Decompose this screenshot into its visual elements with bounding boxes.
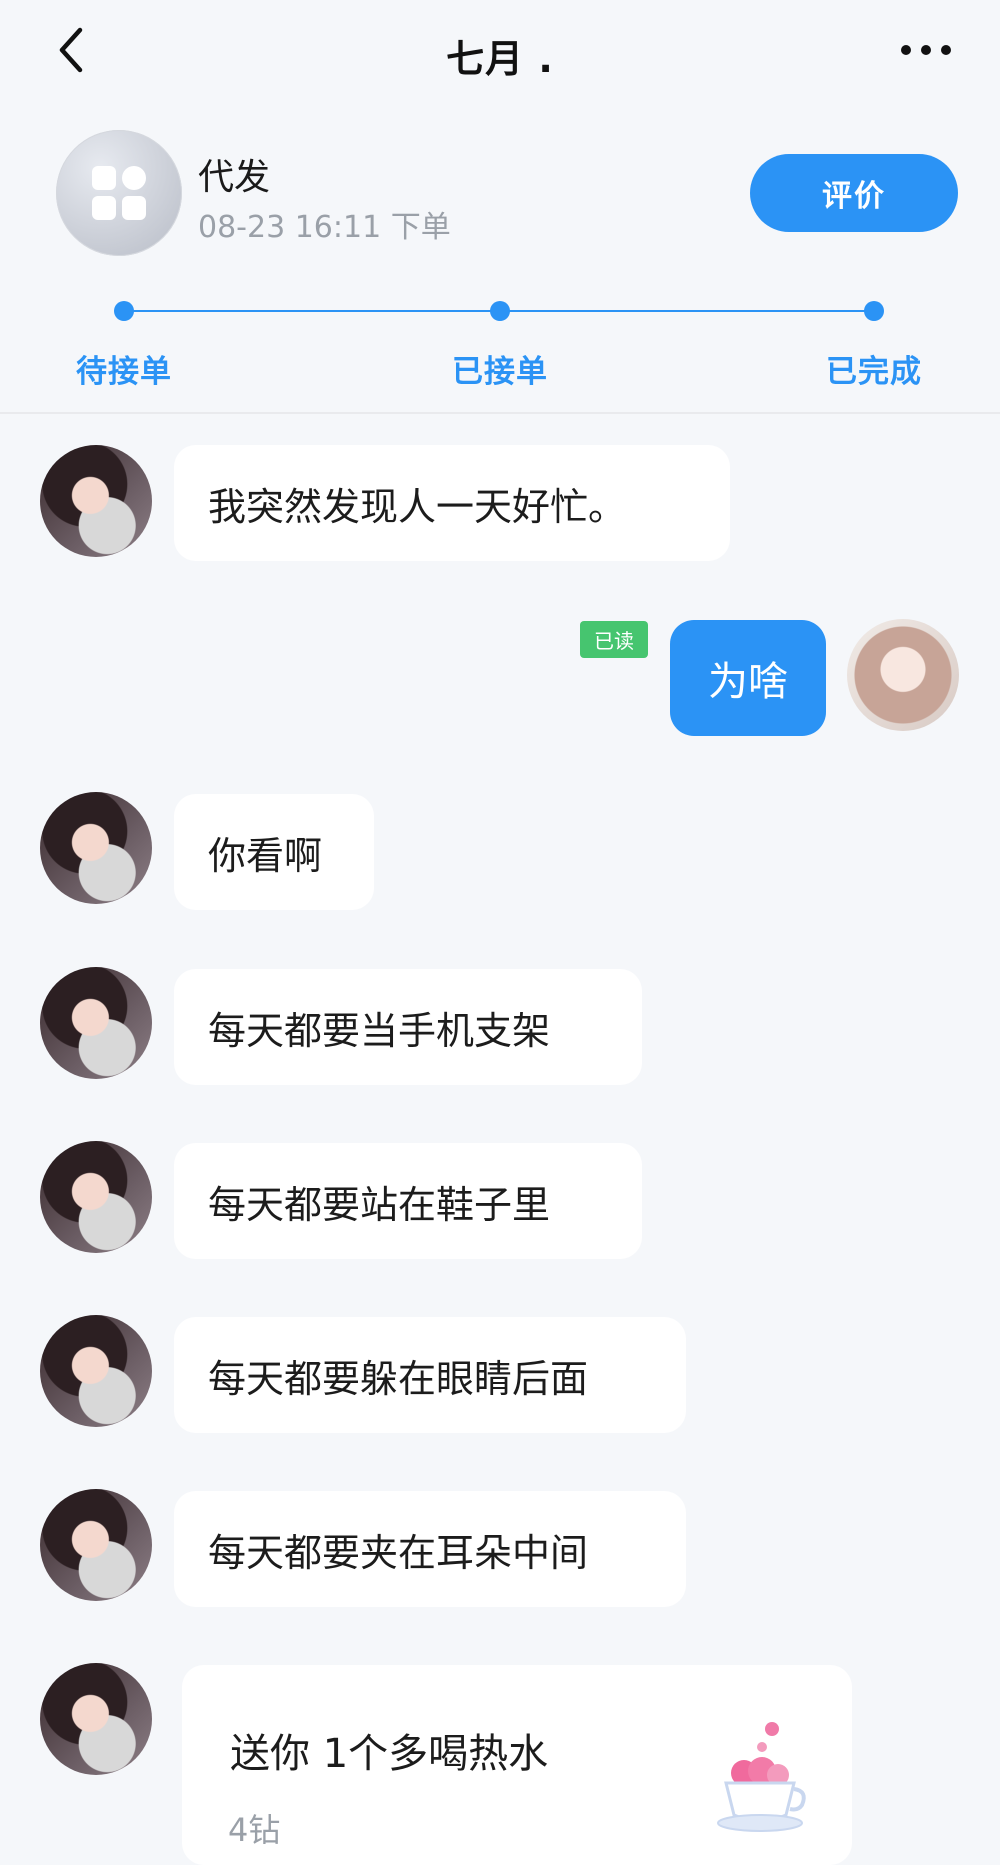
contact-avatar[interactable]: [40, 1663, 152, 1775]
order-time: 08-23 16:11 下单: [198, 210, 451, 245]
contact-avatar[interactable]: [40, 445, 152, 557]
message-bubble: 每天都要躲在眼睛后面: [174, 1317, 686, 1433]
teacup-icon: [717, 1722, 806, 1832]
message-bubble: 你看啊: [174, 794, 374, 910]
contact-avatar[interactable]: [40, 1141, 152, 1253]
progress-step-accepted: 已接单: [452, 354, 548, 390]
more-horizontal-icon: [901, 45, 951, 55]
message-bubble: 每天都要夹在耳朵中间: [174, 1491, 686, 1607]
my-avatar[interactable]: [847, 619, 959, 731]
divider: [0, 412, 1000, 414]
order-name: 代发: [198, 157, 271, 198]
progress-step-pending: 待接单: [76, 354, 172, 390]
gift-text: 送你 1个多喝热水: [230, 1731, 549, 1777]
message-bubble: 每天都要站在鞋子里: [174, 1143, 642, 1259]
contact-avatar[interactable]: [40, 967, 152, 1079]
apps-grid-icon: [56, 130, 182, 256]
contact-avatar[interactable]: [40, 1489, 152, 1601]
progress-dot-completed: [864, 301, 884, 321]
chat-title: 七月 .: [446, 37, 554, 81]
my-message-bubble: 为啥: [670, 620, 826, 736]
contact-avatar[interactable]: [40, 1315, 152, 1427]
contact-avatar[interactable]: [40, 792, 152, 904]
gift-price: 4钻: [228, 1811, 281, 1849]
rate-button[interactable]: 评价: [750, 154, 958, 232]
read-status-badge: 已读: [580, 621, 648, 658]
more-button[interactable]: [896, 36, 956, 64]
progress-dot-pending: [114, 301, 134, 321]
gift-card[interactable]: 送你 1个多喝热水 4钻: [182, 1665, 852, 1865]
progress-dot-accepted: [490, 301, 510, 321]
progress-step-completed: 已完成: [826, 354, 922, 390]
message-bubble: 我突然发现人一天好忙。: [174, 445, 730, 561]
message-bubble: 每天都要当手机支架: [174, 969, 642, 1085]
header: 七月 .: [0, 0, 1000, 100]
